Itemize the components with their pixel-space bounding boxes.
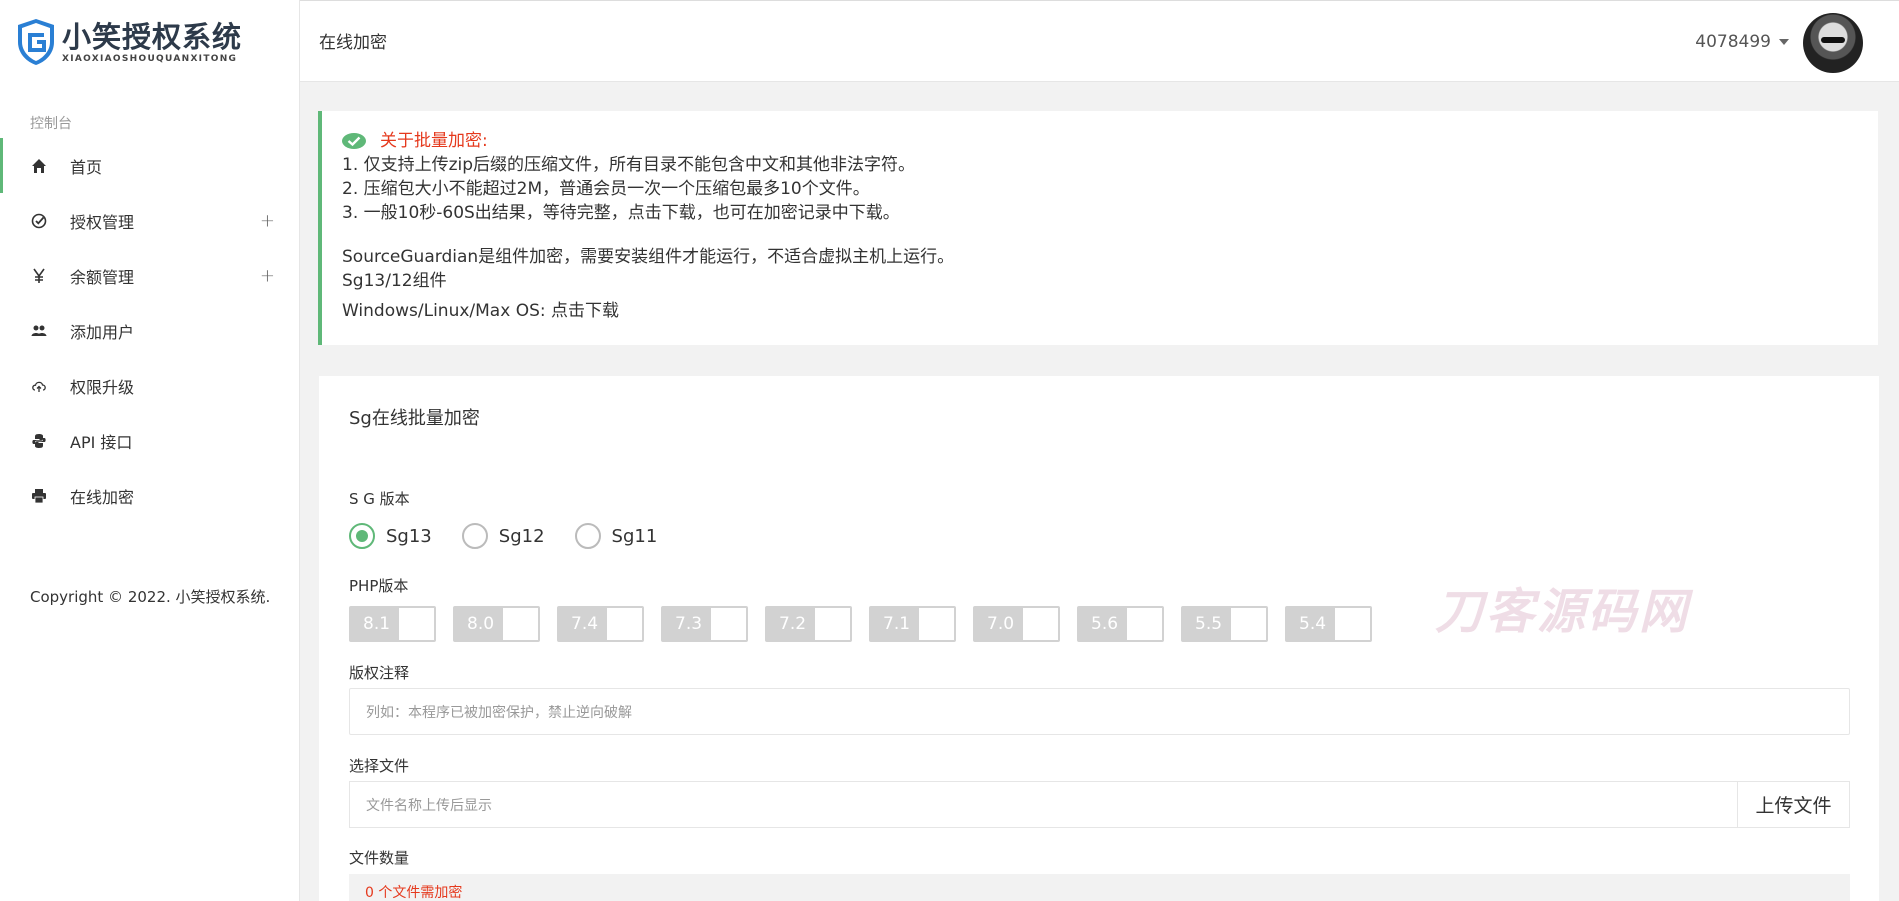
- logo-subtitle: XIAOXIAOSHOUQUANXITONG: [62, 54, 238, 64]
- php-toggle-7-3[interactable]: 7.3: [661, 606, 748, 642]
- radio-unchecked-icon: [461, 523, 488, 549]
- sidebar-item-label: API 接口: [70, 432, 133, 452]
- sidebar: 小笑授权系统 XIAOXIAOSHOUQUANXITONG 控制台 首页 授权管…: [0, 0, 300, 901]
- php-toggle-7-1[interactable]: 7.1: [869, 606, 956, 642]
- php-toggle-label: 8.1: [351, 608, 399, 640]
- radio-unchecked-icon: [574, 523, 601, 549]
- sidebar-item-api[interactable]: API 接口: [0, 413, 299, 468]
- notice-download-row: Windows/Linux/Max OS: 点击下载: [342, 299, 1878, 323]
- page-title: 在线加密: [319, 33, 387, 53]
- expand-plus-icon[interactable]: +: [260, 210, 275, 231]
- radio-sg13[interactable]: Sg13: [349, 523, 432, 549]
- php-toggle-5-4[interactable]: 5.4: [1285, 606, 1372, 642]
- php-version-label: PHP版本: [349, 577, 409, 595]
- radio-sg12[interactable]: Sg12: [461, 523, 545, 549]
- notice-line: 1. 仅支持上传zip后缀的压缩文件，所有目录不能包含中文和其他非法字符。: [342, 155, 916, 175]
- sidebar-item-balance-management[interactable]: 余额管理 +: [0, 248, 299, 303]
- copyright-text: Copyright © 2022. 小笑授权系统.: [30, 588, 271, 606]
- username: 4078499: [1695, 32, 1771, 52]
- notice-line: 2. 压缩包大小不能超过2M，普通会员一次一个压缩包最多10个文件。: [342, 179, 870, 199]
- sidebar-item-label: 首页: [70, 157, 103, 177]
- sidebar-item-label: 授权管理: [70, 212, 135, 232]
- sidebar-item-label: 添加用户: [70, 322, 135, 342]
- download-link[interactable]: 点击下载: [551, 301, 619, 321]
- radio-label: Sg11: [611, 525, 658, 547]
- copyright-comment-input[interactable]: 列如：本程序已被加密保护，禁止逆向破解: [349, 688, 1850, 735]
- php-toggle-8-0[interactable]: 8.0: [453, 606, 540, 642]
- logo[interactable]: 小笑授权系统 XIAOXIAOSHOUQUANXITONG: [16, 18, 242, 68]
- python-icon: [30, 432, 48, 450]
- notice-title: 关于批量加密:: [380, 131, 488, 151]
- shield-logo-icon: [18, 19, 54, 65]
- avatar[interactable]: [1803, 13, 1863, 73]
- php-toggle-7-2[interactable]: 7.2: [765, 606, 852, 642]
- php-toggle-label: 5.5: [1183, 608, 1231, 640]
- notice-description: SourceGuardian是组件加密，需要安装组件才能运行，不适合虚拟主机上运…: [342, 247, 955, 267]
- sidebar-item-home[interactable]: 首页: [0, 138, 299, 193]
- php-toggle-label: 8.0: [455, 608, 503, 640]
- yen-icon: [30, 267, 48, 285]
- card-title: Sg在线批量加密: [349, 408, 480, 429]
- php-version-group: 8.1 8.0 7.4 7.3 7.2 7.1 7.0 5.6 5.5 5.4: [349, 606, 1389, 642]
- home-icon: [30, 157, 48, 175]
- sidebar-item-upgrade[interactable]: 权限升级: [0, 358, 299, 413]
- sidebar-item-label: 在线加密: [70, 487, 135, 507]
- file-upload-field: 文件名称上传后显示 上传文件: [349, 781, 1850, 828]
- notice-line: 3. 一般10秒-60S出结果，等待完整，点击下载，也可在加密记录中下载。: [342, 203, 900, 223]
- sidebar-item-label: 余额管理: [70, 267, 135, 287]
- upload-file-button[interactable]: 上传文件: [1737, 782, 1849, 827]
- sg-version-label: S G 版本: [349, 490, 410, 508]
- radio-sg11[interactable]: Sg11: [574, 523, 658, 549]
- sidebar-item-auth-management[interactable]: 授权管理 +: [0, 193, 299, 248]
- encrypt-form-card: Sg在线批量加密 S G 版本 Sg13 Sg12 Sg11 PHP版本 8.1…: [319, 376, 1879, 901]
- php-toggle-label: 7.1: [871, 608, 919, 640]
- file-name-input[interactable]: 文件名称上传后显示: [350, 782, 1737, 827]
- php-toggle-7-4[interactable]: 7.4: [557, 606, 644, 642]
- file-count-display: 0 个文件需加密: [349, 874, 1850, 901]
- check-circle-icon: [30, 212, 48, 230]
- php-toggle-label: 7.2: [767, 608, 815, 640]
- download-prefix: Windows/Linux/Max OS:: [342, 301, 551, 321]
- cloud-upload-icon: [30, 377, 48, 395]
- watermark: 刀客源码网: [1435, 584, 1691, 640]
- check-badge-icon: [342, 133, 366, 149]
- php-toggle-label: 5.4: [1287, 608, 1335, 640]
- file-count-label: 文件数量: [349, 849, 410, 867]
- sg-version-radio-group: Sg13 Sg12 Sg11: [349, 523, 687, 549]
- top-header: 在线加密 4078499: [300, 0, 1899, 82]
- user-menu[interactable]: 4078499: [1695, 32, 1789, 52]
- notice-box: 关于批量加密: 1. 仅支持上传zip后缀的压缩文件，所有目录不能包含中文和其他…: [318, 111, 1878, 345]
- printer-icon: [30, 487, 48, 505]
- php-toggle-label: 7.0: [975, 608, 1023, 640]
- logo-title: 小笑授权系统: [62, 20, 243, 54]
- users-icon: [30, 322, 48, 340]
- caret-down-icon: [1779, 39, 1789, 45]
- sidebar-item-add-user[interactable]: 添加用户: [0, 303, 299, 358]
- nav-group-label: 控制台: [30, 116, 72, 132]
- php-toggle-5-5[interactable]: 5.5: [1181, 606, 1268, 642]
- radio-checked-icon: [349, 523, 375, 549]
- sidebar-item-online-encrypt[interactable]: 在线加密: [0, 468, 299, 523]
- php-toggle-label: 7.3: [663, 608, 711, 640]
- php-toggle-7-0[interactable]: 7.0: [973, 606, 1060, 642]
- copyright-comment-label: 版权注释: [349, 664, 410, 682]
- sidebar-item-label: 权限升级: [70, 377, 135, 397]
- radio-label: Sg12: [498, 525, 545, 547]
- radio-label: Sg13: [386, 525, 432, 547]
- php-toggle-5-6[interactable]: 5.6: [1077, 606, 1164, 642]
- php-toggle-label: 7.4: [559, 608, 607, 640]
- notice-component: Sg13/12组件: [342, 271, 447, 291]
- php-toggle-label: 5.6: [1079, 608, 1127, 640]
- php-toggle-8-1[interactable]: 8.1: [349, 606, 436, 642]
- expand-plus-icon[interactable]: +: [260, 265, 275, 286]
- file-select-label: 选择文件: [349, 757, 410, 775]
- sidebar-nav: 首页 授权管理 + 余额管理 + 添加用户 权限升级 API 接口 在线加密: [0, 138, 299, 523]
